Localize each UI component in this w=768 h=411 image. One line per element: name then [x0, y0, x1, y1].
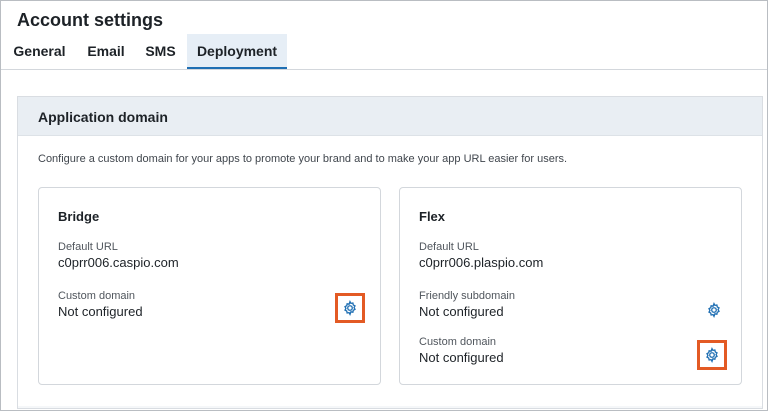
tab-deployment[interactable]: Deployment — [187, 34, 287, 69]
gear-icon[interactable] — [706, 302, 722, 318]
tab-general[interactable]: General — [1, 34, 78, 69]
panel-title: Application domain — [38, 109, 168, 125]
bridge-custom-domain-label: Custom domain — [58, 290, 136, 302]
bridge-card-title: Bridge — [58, 209, 100, 224]
panel-body: Configure a custom domain for your apps … — [18, 136, 762, 406]
page-title: Account settings — [17, 10, 164, 30]
gear-icon[interactable] — [342, 300, 358, 316]
panel-description: Configure a custom domain for your apps … — [38, 153, 568, 165]
flex-friendly-subdomain-value: Not configured — [419, 304, 504, 319]
tab-sms[interactable]: SMS — [134, 34, 187, 69]
bridge-default-url-label: Default URL — [58, 241, 118, 253]
tab-bar: General Email SMS Deployment — [1, 34, 767, 70]
flex-default-url-label: Default URL — [419, 241, 479, 253]
tab-email[interactable]: Email — [78, 34, 134, 69]
flex-card: Flex Default URL c0prr006.plaspio.com Fr… — [399, 187, 742, 385]
bridge-card: Bridge Default URL c0prr006.caspio.com C… — [38, 187, 381, 385]
bridge-custom-domain-value: Not configured — [58, 304, 143, 319]
panel-header: Application domain — [18, 97, 762, 136]
account-settings-window: Account settings General Email SMS Deplo… — [0, 0, 768, 411]
application-domain-panel: Application domain Configure a custom do… — [17, 96, 763, 409]
flex-custom-domain-label: Custom domain — [419, 336, 497, 348]
flex-card-title: Flex — [419, 209, 446, 224]
flex-friendly-subdomain-label: Friendly subdomain — [419, 290, 515, 302]
flex-default-url-value: c0prr006.plaspio.com — [419, 255, 544, 270]
flex-custom-domain-value: Not configured — [419, 350, 504, 365]
gear-icon[interactable] — [704, 347, 720, 363]
bridge-default-url-value: c0prr006.caspio.com — [58, 255, 179, 270]
